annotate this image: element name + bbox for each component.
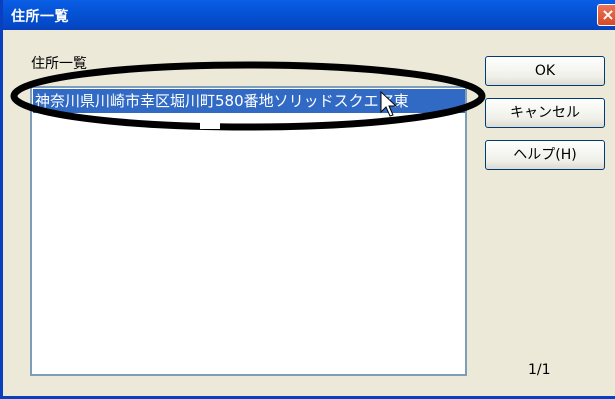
- title-bar[interactable]: 住所一覧: [3, 0, 615, 30]
- cancel-button[interactable]: キャンセル: [485, 98, 605, 128]
- address-listbox[interactable]: 神奈川県川崎市幸区堀川町580番地ソリッドスクエア東: [30, 86, 467, 376]
- help-button[interactable]: ヘルプ(H): [485, 140, 605, 170]
- dialog-title: 住所一覧: [11, 9, 69, 25]
- list-item[interactable]: 神奈川県川崎市幸区堀川町580番地ソリッドスクエア東: [33, 89, 465, 113]
- close-icon[interactable]: ×: [597, 4, 615, 26]
- page-indicator: 1/1: [528, 362, 551, 378]
- ok-button[interactable]: OK: [485, 56, 605, 86]
- address-list-label: 住所一覧: [31, 56, 87, 72]
- address-list-dialog: 住所一覧 × 住所一覧 神奈川県川崎市幸区堀川町580番地ソリッドスクエア東 O…: [0, 0, 615, 399]
